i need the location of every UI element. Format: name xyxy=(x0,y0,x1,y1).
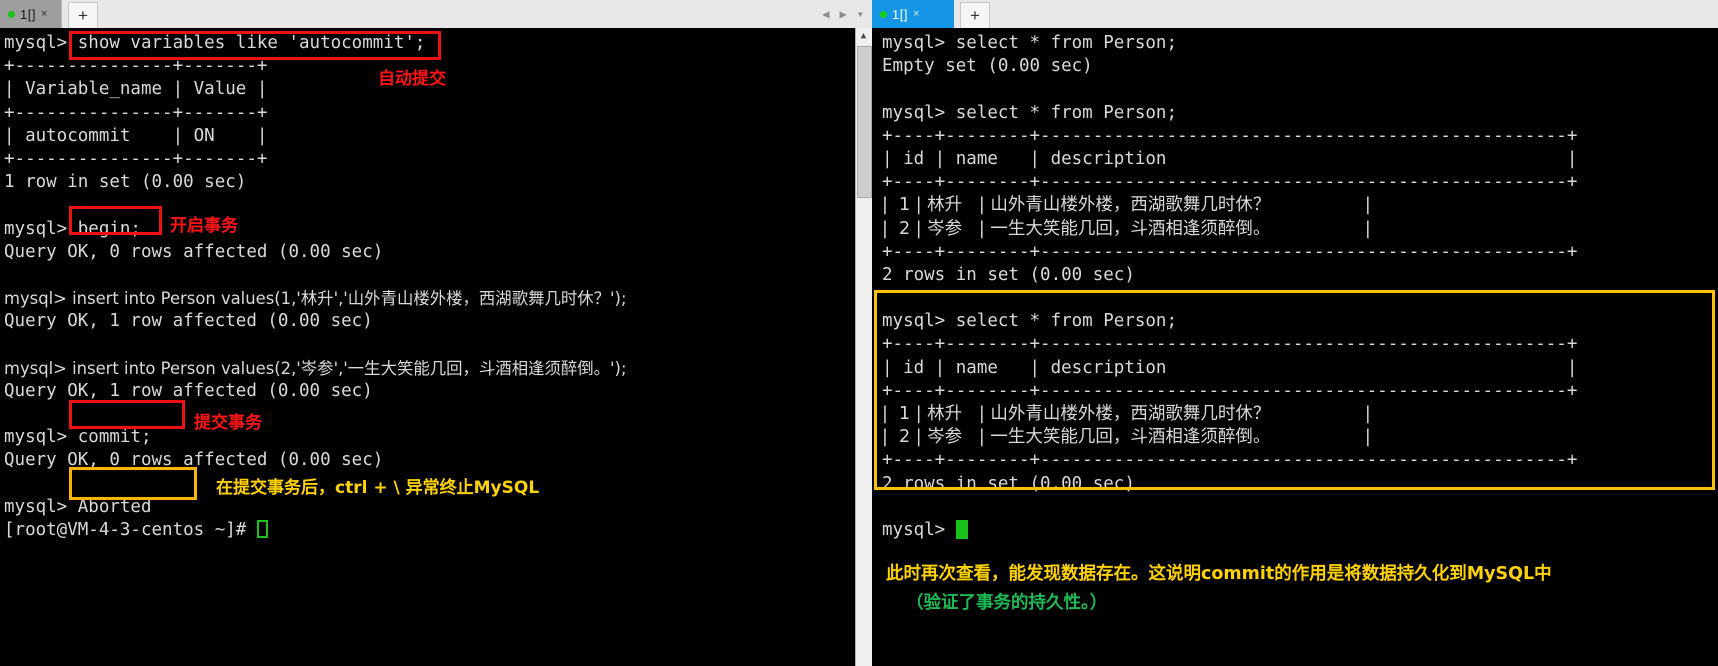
terminal-line: Query OK, 1 row affected (0.00 sec) xyxy=(4,311,373,332)
terminal-line: mysql> insert into Person values(2,'岑参',… xyxy=(4,358,627,378)
annotation-aborted: 在提交事务后，ctrl + \ 异常终止MySQL xyxy=(216,478,540,498)
scrollbar-thumb[interactable] xyxy=(857,46,872,198)
terminal-line: mysql> select * from Person; xyxy=(882,311,1178,332)
terminal-line: mysql> select * from Person; xyxy=(882,102,1178,123)
terminal-line: mysql> commit; xyxy=(4,427,152,448)
left-terminal-pane: 1[] × + ◀ ▶ ▾ mysql> show variables like… xyxy=(0,0,872,666)
left-tab-bar: 1[] × + ◀ ▶ ▾ xyxy=(0,0,872,29)
annotation-commit: 提交事务 xyxy=(194,413,262,433)
terminal-line: | 2 | 岑参 | 一生大笑能几回，斗酒相逢须醉倒。 | xyxy=(882,218,1371,239)
terminal-line: 2 rows in set (0.00 sec) xyxy=(882,473,1135,494)
annotation-autocommit: 自动提交 xyxy=(378,69,446,89)
terminal-cursor xyxy=(955,519,968,539)
left-terminal-output[interactable]: mysql> show variables like 'autocommit';… xyxy=(0,28,872,666)
right-tab-bar: 1[] × + xyxy=(872,0,1718,29)
terminal-line: mysql> insert into Person values(1,'林升',… xyxy=(4,289,627,309)
terminal-line: 1 row in set (0.00 sec) xyxy=(4,172,247,193)
terminal-line: Query OK, 0 rows affected (0.00 sec) xyxy=(4,241,384,262)
left-tab-nav: ◀ ▶ ▾ xyxy=(822,0,864,28)
terminal-line: +---------------+-------+ xyxy=(4,102,268,123)
tab-nav-back-icon[interactable]: ◀ xyxy=(822,7,829,21)
tab-nav-forward-icon[interactable]: ▶ xyxy=(840,7,847,21)
right-tab-label: 1[] xyxy=(892,6,908,22)
new-tab-button[interactable]: + xyxy=(960,2,990,28)
terminal-line: +---------------+-------+ xyxy=(4,148,268,169)
right-terminal-pane: 1[] × + mysql> select * from Person; Emp… xyxy=(872,0,1718,666)
terminal-line: +----+--------+-------------------------… xyxy=(882,380,1578,401)
annotation-durability-explanation: 此时再次查看，能发现数据存在。这说明commit的作用是将数据持久化到MySQL… xyxy=(886,564,1552,584)
terminal-line: mysql> begin; xyxy=(4,218,141,239)
terminal-line: +----+--------+-------------------------… xyxy=(882,172,1578,193)
terminal-line: Empty set (0.00 sec) xyxy=(882,56,1093,77)
terminal-line: | 2 | 岑参 | 一生大笑能几回，斗酒相逢须醉倒。 | xyxy=(882,427,1371,448)
terminal-line: | id | name | description | xyxy=(882,148,1578,169)
status-dot-icon xyxy=(8,10,15,18)
terminal-line: +----+--------+-------------------------… xyxy=(882,334,1578,355)
left-tab-session-1[interactable]: 1[] × xyxy=(0,0,62,28)
terminal-line: mysql> Aborted xyxy=(4,496,152,517)
annotation-durability-note: （验证了事务的持久性。） xyxy=(906,593,1108,613)
shell-prompt: [root@VM-4-3-centos ~]# xyxy=(4,519,257,540)
terminal-line: mysql> show variables like 'autocommit'; xyxy=(4,33,426,53)
terminal-cursor xyxy=(256,519,268,538)
terminal-line: | autocommit | ON | xyxy=(4,125,268,146)
close-icon[interactable]: × xyxy=(41,8,47,20)
tab-nav-menu-icon[interactable]: ▾ xyxy=(857,7,864,21)
terminal-line: | 1 | 林升 | 山外青山楼外楼，西湖歌舞几时休？ | xyxy=(882,404,1371,424)
annotation-begin: 开启事务 xyxy=(170,216,238,236)
terminal-line: 2 rows in set (0.00 sec) xyxy=(882,264,1135,285)
new-tab-button[interactable]: + xyxy=(68,2,98,28)
close-icon[interactable]: × xyxy=(913,8,919,20)
terminal-prompt-line: [root@VM-4-3-centos ~]# xyxy=(4,519,872,542)
scroll-up-arrow-icon[interactable]: ▲ xyxy=(856,28,871,44)
right-tab-session-1[interactable]: 1[] × xyxy=(872,0,954,28)
terminal-line: +----+--------+-------------------------… xyxy=(882,241,1578,262)
terminal-line: | 1 | 林升 | 山外青山楼外楼，西湖歌舞几时休？ | xyxy=(882,195,1371,216)
terminal-prompt-line: mysql> xyxy=(882,519,1718,542)
left-tab-label: 1[] xyxy=(20,6,36,22)
left-pane-scrollbar[interactable]: ▲ xyxy=(855,28,872,666)
screenshot-root: 1[] × + ◀ ▶ ▾ mysql> show variables like… xyxy=(0,0,1718,666)
terminal-line: +----+--------+-------------------------… xyxy=(882,125,1578,146)
terminal-line: mysql> select * from Person; xyxy=(882,33,1178,53)
terminal-line: Query OK, 0 rows affected (0.00 sec) xyxy=(4,450,384,471)
terminal-line: Query OK, 1 row affected (0.00 sec) xyxy=(4,380,373,401)
mysql-prompt: mysql> xyxy=(882,519,956,540)
terminal-line: | id | name | description | xyxy=(882,357,1578,378)
terminal-line: +----+--------+-------------------------… xyxy=(882,450,1578,471)
status-dot-icon xyxy=(880,10,887,18)
